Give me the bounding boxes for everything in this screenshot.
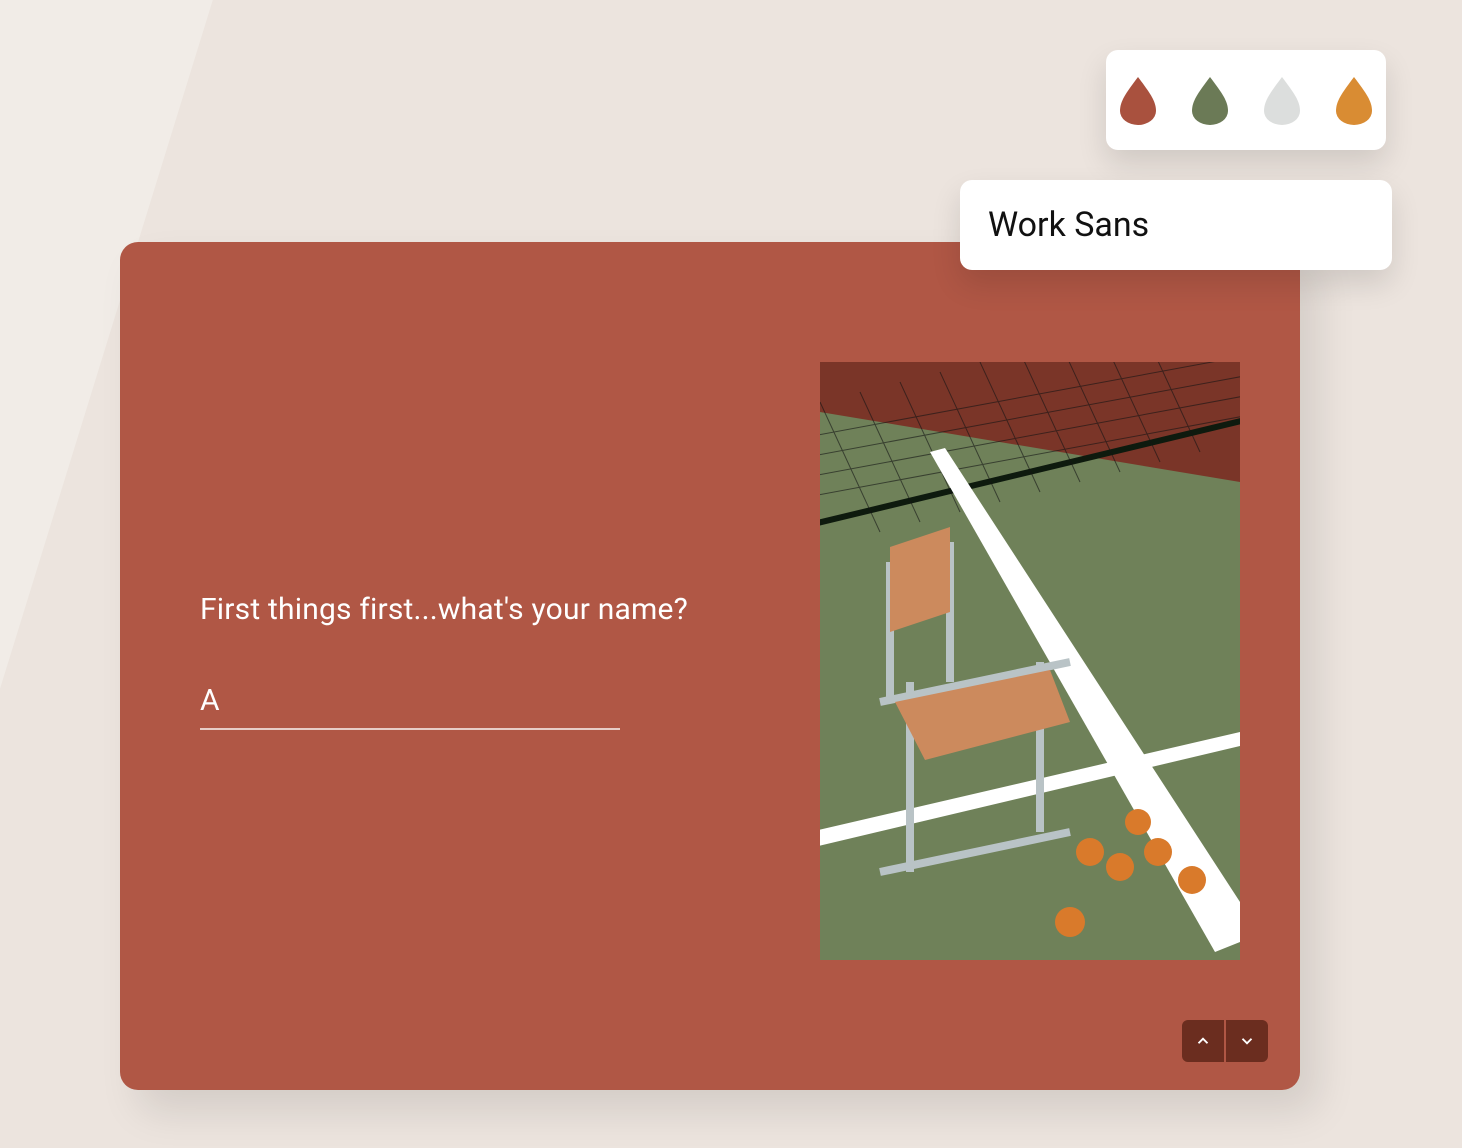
color-swatch-2[interactable] bbox=[1188, 75, 1232, 125]
question-nav bbox=[1182, 1020, 1268, 1062]
color-swatch-1[interactable] bbox=[1116, 75, 1160, 125]
color-swatch-3[interactable] bbox=[1260, 75, 1304, 125]
next-question-button[interactable] bbox=[1226, 1020, 1268, 1062]
question-text: First things first...what's your name? bbox=[200, 592, 720, 627]
question-area: First things first...what's your name? bbox=[200, 592, 720, 730]
color-swatch-4[interactable] bbox=[1332, 75, 1376, 125]
font-picker-label: Work Sans bbox=[988, 205, 1149, 245]
chevron-down-icon bbox=[1238, 1032, 1256, 1050]
prev-question-button[interactable] bbox=[1182, 1020, 1224, 1062]
hero-image bbox=[820, 362, 1240, 960]
name-input[interactable] bbox=[200, 683, 620, 718]
font-picker-panel[interactable]: Work Sans bbox=[960, 180, 1392, 270]
color-palette-panel bbox=[1106, 50, 1386, 150]
chevron-up-icon bbox=[1194, 1032, 1212, 1050]
answer-field-wrap bbox=[200, 683, 620, 730]
form-card: First things first...what's your name? bbox=[120, 242, 1300, 1090]
